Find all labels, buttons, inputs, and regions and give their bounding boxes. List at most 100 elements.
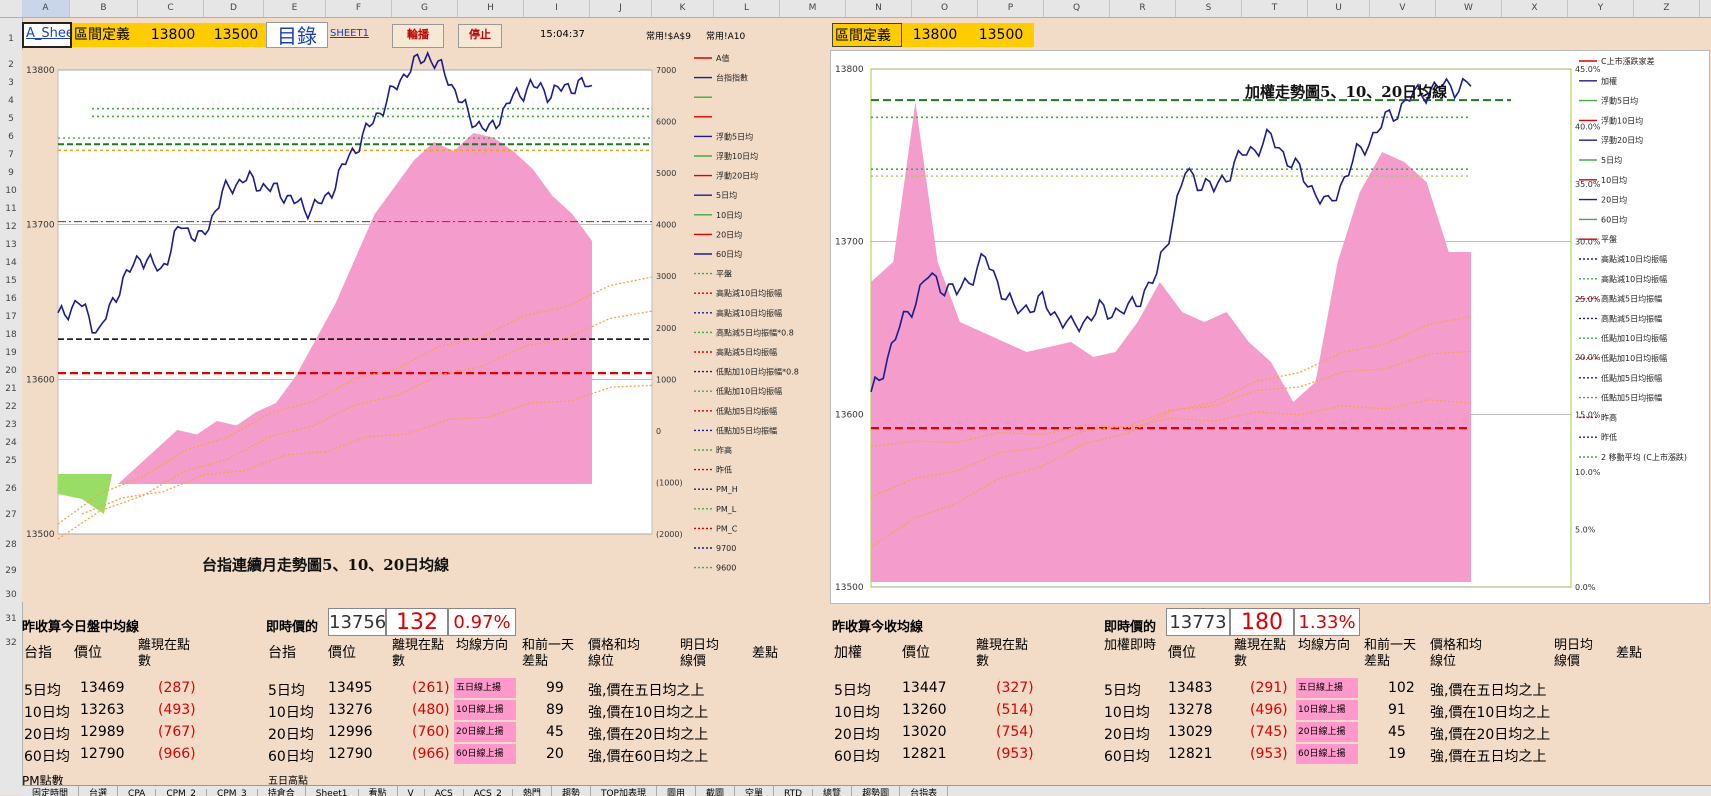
row-header-31[interactable]: 31 — [0, 614, 22, 624]
mid-rows-cell: 45 — [546, 724, 564, 740]
row-header-20[interactable]: 20 — [0, 366, 22, 376]
row-header-4[interactable]: 4 — [0, 96, 22, 106]
row-header-27[interactable]: 27 — [0, 510, 22, 520]
column-header-Z[interactable]: Z — [1634, 0, 1700, 17]
rmid-rows-cell: 五日線上揚 — [1296, 678, 1358, 698]
row-header-2[interactable]: 2 — [0, 60, 22, 70]
column-header-B[interactable]: B — [70, 0, 138, 17]
column-header-I[interactable]: I — [524, 0, 590, 17]
left-legend-item: 高點減10日均振幅 — [716, 308, 782, 318]
row-header-21[interactable]: 21 — [0, 384, 22, 394]
right-h-0: 加權 — [834, 645, 862, 661]
column-header-H[interactable]: H — [458, 0, 524, 17]
range-low[interactable]: 13500 — [206, 23, 266, 47]
right-legend-item: 平盤 — [1601, 234, 1617, 244]
left-legend-item: 平盤 — [716, 269, 732, 279]
right-range-high[interactable]: 13800 — [902, 23, 968, 47]
stop-button[interactable]: 停止 — [458, 24, 502, 48]
right-legend-item: 浮動10日均 — [1601, 115, 1643, 125]
mid-rows-cell: 強,價在60日均之上 — [588, 749, 709, 765]
column-header-R[interactable]: R — [1110, 0, 1176, 17]
right-rows-cell: 12821 — [902, 746, 947, 762]
row-header-26[interactable]: 26 — [0, 484, 22, 494]
column-header-K[interactable]: K — [652, 0, 714, 17]
column-header-F[interactable]: F — [326, 0, 392, 17]
cell-a1-link[interactable]: A_Shee — [22, 22, 72, 48]
left-legend-item: PM_H — [716, 485, 738, 494]
right-range-low[interactable]: 13500 — [968, 23, 1034, 47]
left-chart-panel[interactable]: 13800 13700 13600 13500 7000 6000 5000 4000 3000… — [22, 50, 832, 602]
row-header-1[interactable]: 1 — [0, 34, 22, 44]
column-header-P[interactable]: P — [978, 0, 1044, 17]
row-header-3[interactable]: 3 — [0, 78, 22, 88]
left-legend-item: PM_C — [716, 524, 738, 533]
row-header-16[interactable]: 16 — [0, 294, 22, 304]
row-header-18[interactable]: 18 — [0, 330, 22, 340]
row-header-11[interactable]: 11 — [0, 204, 22, 214]
rmid-h-0: 加權即時 — [1104, 638, 1157, 653]
row-header-9[interactable]: 9 — [0, 168, 22, 178]
column-header-J[interactable]: J — [590, 0, 652, 17]
left-y2-tick: 3000 — [656, 272, 676, 281]
row-header-25[interactable]: 25 — [0, 456, 22, 466]
row-header-14[interactable]: 14 — [0, 258, 22, 268]
mid-rows-cell: (760) — [412, 724, 450, 740]
row-header-32[interactable]: 32 — [0, 638, 22, 648]
catalog-link[interactable]: 目錄 — [266, 22, 328, 48]
column-header-W[interactable]: W — [1436, 0, 1502, 17]
right-legend-item: 低點加10日均振幅 — [1601, 353, 1667, 363]
mid-rows-cell: 10日均 — [268, 705, 314, 721]
sheet1-link[interactable]: SHEET1 — [330, 28, 390, 44]
right-legend-item: 高點減10日均振幅 — [1601, 254, 1667, 264]
rmid-diff: 180 — [1230, 608, 1294, 636]
row-header-22[interactable]: 22 — [0, 402, 22, 412]
rotate-button[interactable]: 輪播 — [392, 24, 444, 48]
column-header-S[interactable]: S — [1176, 0, 1242, 17]
column-header-D[interactable]: D — [204, 0, 264, 17]
range-high[interactable]: 13800 — [140, 23, 206, 47]
right-rows-cell: 20日均 — [834, 727, 880, 743]
left-h-0: 台指 — [24, 645, 52, 661]
column-header-E[interactable]: E — [264, 0, 326, 17]
row-header-13[interactable]: 13 — [0, 240, 22, 250]
column-header-O[interactable]: O — [912, 0, 978, 17]
row-header-12[interactable]: 12 — [0, 222, 22, 232]
column-header-Q[interactable]: Q — [1044, 0, 1110, 17]
mid-diff: 132 — [386, 608, 448, 636]
row-header-7[interactable]: 7 — [0, 150, 22, 160]
column-header-A[interactable]: A — [22, 0, 70, 17]
column-header-T[interactable]: T — [1242, 0, 1308, 17]
rmid-rows-cell: 102 — [1388, 680, 1415, 696]
row-header-6[interactable]: 6 — [0, 132, 22, 142]
left-y-tick: 13500 — [26, 530, 55, 540]
rmid-rows-cell: 12821 — [1168, 746, 1213, 762]
row-header-23[interactable]: 23 — [0, 420, 22, 430]
left-legend-item: 高點減5日均振幅 — [716, 347, 777, 357]
column-header-V[interactable]: V — [1370, 0, 1436, 17]
row-header-30[interactable]: 30 — [0, 590, 22, 600]
column-header-G[interactable]: G — [392, 0, 458, 17]
row-header-17[interactable]: 17 — [0, 312, 22, 322]
row-header-24[interactable]: 24 — [0, 438, 22, 448]
rmid-rows-cell: (953) — [1250, 746, 1288, 762]
row-header-28[interactable]: 28 — [0, 540, 22, 550]
column-header-C[interactable]: C — [138, 0, 204, 17]
row-header-5[interactable]: 5 — [0, 114, 22, 124]
column-header-X[interactable]: X — [1502, 0, 1568, 17]
column-header-M[interactable]: M — [780, 0, 846, 17]
row-header-10[interactable]: 10 — [0, 186, 22, 196]
column-header-U[interactable]: U — [1308, 0, 1370, 17]
range-label: 區間定義 — [72, 23, 140, 47]
row-header-19[interactable]: 19 — [0, 348, 22, 358]
column-header-N[interactable]: N — [846, 0, 912, 17]
right-chart-panel[interactable]: 13800 13700 13600 13500 45.0% 40.0% 35.0% 30.0%… — [830, 50, 1710, 604]
column-header-Y[interactable]: Y — [1568, 0, 1634, 17]
rmid-rows-cell: 91 — [1388, 702, 1406, 718]
right-rows-cell: (327) — [996, 680, 1034, 696]
right-legend-item: 10日均 — [1601, 175, 1627, 185]
column-header-L[interactable]: L — [714, 0, 780, 17]
right-y2-tick: 10.0% — [1575, 468, 1601, 477]
row-header-15[interactable]: 15 — [0, 276, 22, 286]
sheet-tab-bar[interactable]: 固定時間 台選 CPA CPM_2 CPM_3 持倉合 Sheet1 看點 V ACS ACS_2 熱… — [22, 785, 1711, 796]
row-header-29[interactable]: 29 — [0, 566, 22, 576]
